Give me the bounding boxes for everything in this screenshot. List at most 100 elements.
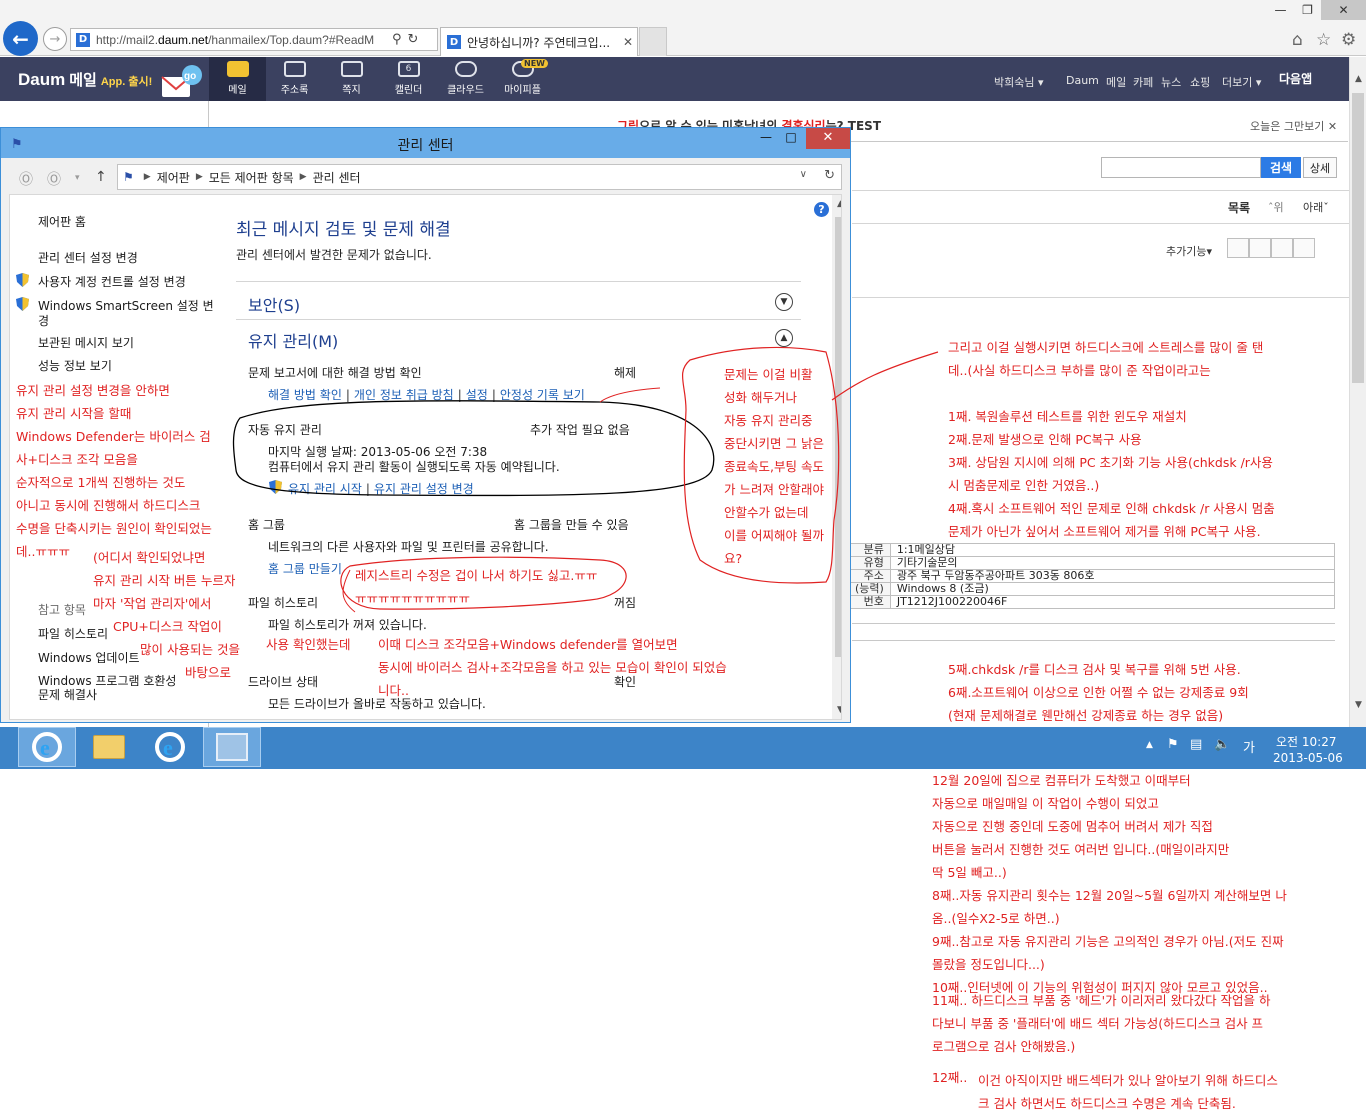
daum-logo[interactable]: Daum 메일 App. 출시!	[18, 69, 152, 90]
sidebar-item-file-history[interactable]: 파일 히스토리	[38, 625, 108, 642]
chevron-down-icon[interactable]: ∨	[800, 169, 807, 180]
scroll-thumb[interactable]	[1352, 93, 1364, 383]
window-minimize-button[interactable]: —	[1267, 0, 1294, 20]
sidebar-item-smartscreen[interactable]: Windows SmartScreen 설정 변	[38, 297, 214, 314]
help-icon[interactable]: ?	[814, 202, 829, 217]
check-solutions-link[interactable]: 해결 방법 확인	[268, 388, 342, 402]
address-bar[interactable]: D http://mail2.daum.net/hanmailex/Top.da…	[70, 28, 438, 51]
settings-link[interactable]: 설정	[466, 388, 488, 402]
clock-date[interactable]: 2013-05-06	[1273, 751, 1343, 765]
link-shopping[interactable]: 쇼핑	[1190, 74, 1210, 90]
nav-mail[interactable]: 메일	[209, 57, 266, 101]
network-icon[interactable]: ▤	[1190, 737, 1202, 752]
window-maximize-button[interactable]: □	[779, 130, 803, 150]
sidebar-item-performance[interactable]: 성능 정보 보기	[38, 357, 112, 374]
sidebar-item-windows-update[interactable]: Windows 업데이트	[38, 649, 140, 666]
window-close-button[interactable]: ✕	[806, 128, 850, 149]
prev-mail-button[interactable]: ˆ위	[1268, 199, 1284, 215]
refresh-icon[interactable]: ↻	[824, 168, 835, 183]
page-scrollbar[interactable]: ▲ ▼	[1349, 57, 1366, 727]
tab-close-icon[interactable]: ✕	[623, 35, 633, 49]
list-button[interactable]: 목록	[1228, 199, 1250, 216]
sidebar-item-smartscreen-cont[interactable]: 경	[38, 312, 49, 329]
sidebar-item-archived-messages[interactable]: 보관된 메시지 보기	[38, 334, 134, 351]
breadcrumb[interactable]: ⚑ ▶ 제어판 ▶ 모든 제어판 항목 ▶ 관리 센터 ∨ ↻	[117, 164, 842, 190]
back-button[interactable]: ←	[3, 21, 38, 56]
link-news[interactable]: 뉴스	[1161, 74, 1181, 90]
breadcrumb-item[interactable]: 모든 제어판 항목	[209, 169, 294, 186]
internet-explorer-icon: e	[32, 732, 62, 762]
ime-indicator[interactable]: 가	[1243, 737, 1255, 756]
scroll-down-icon[interactable]: ▼	[832, 705, 841, 715]
gear-icon[interactable]: ⚙	[1341, 30, 1356, 50]
scroll-up-icon[interactable]: ▲	[1350, 71, 1366, 87]
mail-search-input[interactable]	[1101, 157, 1261, 178]
nav-contacts[interactable]: 주소록	[266, 57, 323, 101]
security-section-header[interactable]: 보안(S)	[248, 292, 300, 316]
flag-icon[interactable]: ⚑	[1167, 737, 1179, 752]
scroll-thumb[interactable]	[835, 217, 841, 657]
up-arrow-icon[interactable]: ↑	[95, 169, 107, 185]
back-arrow-icon[interactable]: Ⓞ	[19, 169, 33, 189]
search-icon[interactable]: ⚲	[392, 32, 402, 47]
breadcrumb-item[interactable]: 제어판	[157, 169, 190, 186]
window-titlebar[interactable]: ⚑ 관리 센터 — □ ✕	[1, 128, 850, 158]
scroll-down-icon[interactable]: ▼	[1350, 697, 1366, 713]
volume-icon[interactable]: 🔈	[1214, 737, 1230, 752]
taskbar-action-center[interactable]	[203, 727, 261, 767]
mail-detail-search-button[interactable]: 상세	[1303, 157, 1337, 178]
daum-app-button[interactable]: 다음앱	[1279, 70, 1312, 87]
link-cafe[interactable]: 카페	[1133, 74, 1153, 90]
change-maintenance-settings-link[interactable]: 유지 관리 설정 변경	[374, 482, 474, 496]
download-icon[interactable]	[1293, 238, 1315, 258]
mail-app-go-badge[interactable]: go	[160, 63, 202, 99]
link-more[interactable]: 더보기 ▾	[1222, 74, 1261, 90]
chevron-up-icon[interactable]: ▲	[775, 329, 793, 347]
next-mail-button[interactable]: 아래ˇ	[1303, 199, 1329, 215]
nav-memo[interactable]: 쪽지	[323, 57, 380, 101]
ad-close-link[interactable]: 오늘은 그만보기 ✕	[1250, 118, 1337, 134]
sidebar-item-change-settings[interactable]: 관리 센터 설정 변경	[38, 249, 138, 266]
history-dropdown-icon[interactable]: ▾	[75, 173, 80, 183]
reliability-history-link[interactable]: 안정성 기록 보기	[500, 388, 585, 402]
mail-search-button[interactable]: 검색	[1261, 157, 1301, 178]
forward-arrow-icon[interactable]: Ⓞ	[47, 169, 61, 189]
calendar-view-icon[interactable]	[1249, 238, 1271, 258]
link-daum[interactable]: Daum	[1066, 74, 1099, 87]
chevron-down-icon[interactable]: ▼	[775, 293, 793, 311]
file-history-description: 파일 히스토리가 꺼져 있습니다.	[268, 618, 427, 632]
content-scrollbar[interactable]: ▲ ▼	[832, 195, 841, 719]
link-mail[interactable]: 메일	[1106, 74, 1126, 90]
split-view-icon[interactable]	[1227, 238, 1249, 258]
taskbar-explorer[interactable]	[80, 727, 138, 767]
window-close-button[interactable]: ✕	[1321, 0, 1366, 20]
taskbar-ie[interactable]: e	[141, 727, 199, 767]
breadcrumb-item[interactable]: 관리 센터	[313, 169, 361, 186]
user-menu[interactable]: 박희숙님 ▾	[994, 74, 1044, 90]
tray-expand-icon[interactable]: ▲	[1146, 740, 1153, 750]
maintenance-section-header[interactable]: 유지 관리(M)	[248, 328, 338, 352]
refresh-icon[interactable]: ↻	[408, 32, 419, 47]
star-icon[interactable]: ☆	[1316, 30, 1331, 50]
taskbar-ie-pinned[interactable]: e	[18, 727, 76, 767]
extra-functions-button[interactable]: 추가기능▾	[1166, 243, 1212, 259]
forward-button[interactable]: →	[43, 27, 67, 51]
home-icon[interactable]: ⌂	[1292, 30, 1303, 50]
new-tab-button[interactable]	[639, 27, 667, 56]
nav-cloud[interactable]: 클라우드	[437, 57, 494, 101]
window-minimize-button[interactable]: —	[753, 130, 779, 150]
tab-active[interactable]: D 안녕하십니까? 주연테크입... ✕	[440, 27, 638, 56]
start-maintenance-link[interactable]: 유지 관리 시작	[288, 482, 362, 496]
create-homegroup-link[interactable]: 홈 그룹 만들기	[268, 560, 342, 577]
window-maximize-button[interactable]: ❐	[1294, 0, 1321, 20]
print-icon[interactable]	[1271, 238, 1293, 258]
privacy-policy-link[interactable]: 개인 정보 취급 방침	[354, 388, 454, 402]
explorer-address-bar: Ⓞ Ⓞ ▾ ↑ ⚑ ▶ 제어판 ▶ 모든 제어판 항목 ▶ 관리 센터 ∨ ↻	[9, 163, 842, 191]
nav-calendar[interactable]: 6 캘린더	[380, 57, 437, 101]
sidebar-item-uac-settings[interactable]: 사용자 계정 컨트롤 설정 변경	[38, 273, 186, 290]
scroll-up-icon[interactable]: ▲	[832, 199, 841, 209]
sidebar-control-panel-home[interactable]: 제어판 홈	[38, 213, 86, 230]
address-url[interactable]: http://mail2.daum.net/hanmailex/Top.daum…	[96, 33, 386, 47]
sidebar-item-compat-troubleshooter-cont[interactable]: 문제 해결사	[38, 686, 97, 703]
clock-time[interactable]: 오전 10:27	[1276, 733, 1336, 750]
